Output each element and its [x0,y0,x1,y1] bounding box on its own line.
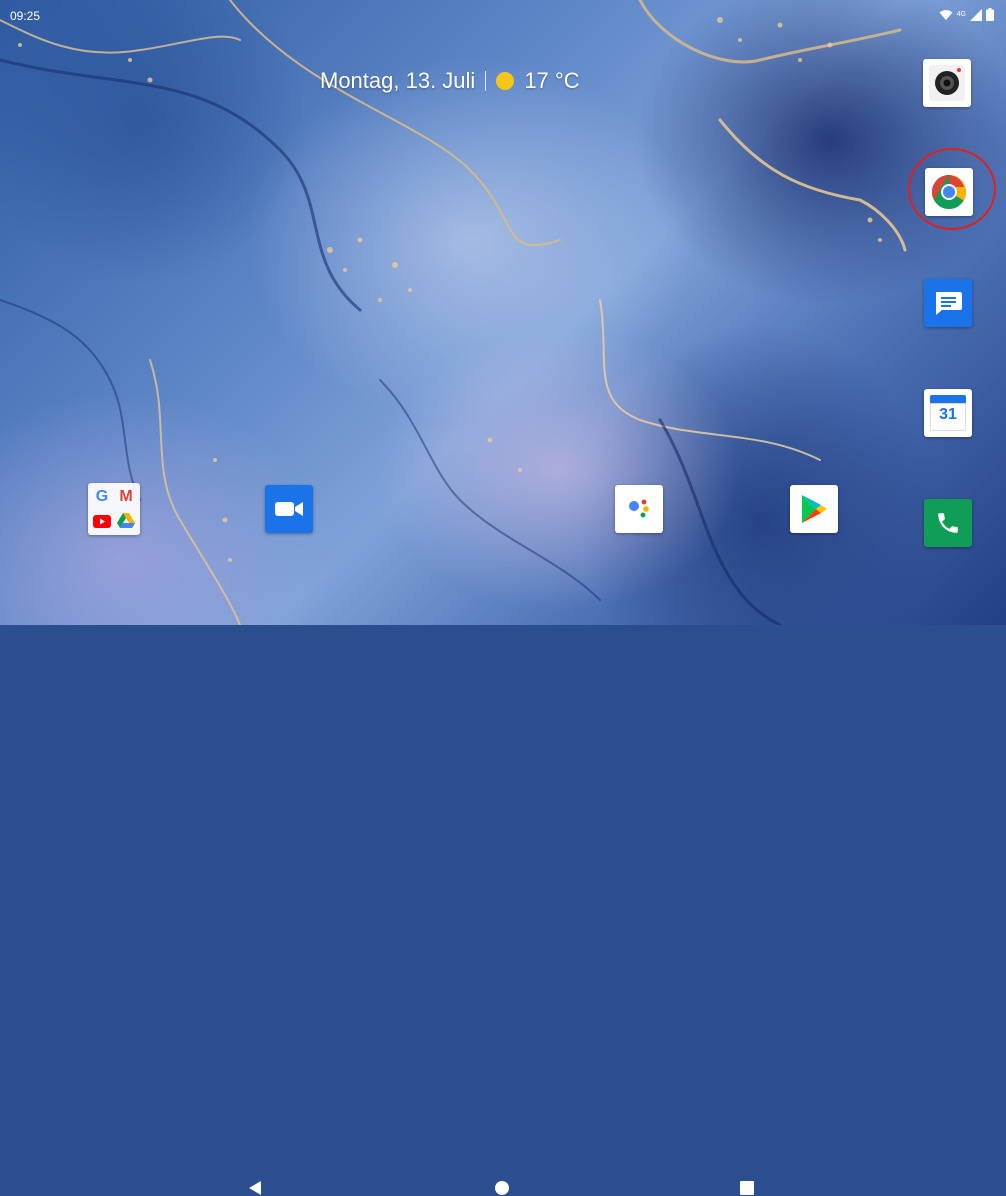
google-g-icon: G [95,488,109,505]
drive-icon [115,510,137,532]
calendar-day: 31 [939,406,957,423]
date-weather-widget[interactable]: Montag, 13. Juli 17 °C [320,68,580,94]
battery-icon [986,8,994,21]
play-triangle-icon [802,495,827,523]
messages-app-icon[interactable] [924,279,972,327]
phone-handset-icon [938,513,958,533]
gmail-icon: M [119,488,133,505]
highlight-ring [908,148,996,230]
back-icon[interactable] [247,1180,263,1196]
status-icons: 4G [939,8,994,21]
camera-app-icon[interactable] [923,59,971,107]
google-folder-icon[interactable]: G M [88,483,140,535]
play-store-app-icon[interactable] [790,485,838,533]
assistant-dots-icon [629,499,649,518]
message-bubble-icon [936,292,962,315]
network-type-label: 4G [956,11,966,18]
calendar-app-icon[interactable]: 31 [924,389,972,437]
date-label: Montag, 13. Juli [320,68,476,93]
calendar-icon: 31 [930,395,966,431]
status-bar: 09:25 4G [0,0,1006,30]
home-icon[interactable] [494,1180,510,1196]
youtube-icon [91,510,113,532]
temperature-label: 17 °C [524,68,580,93]
signal-icon [970,8,982,21]
assistant-app-icon[interactable] [615,485,663,533]
camera-lens-icon [929,65,965,101]
sun-icon [496,72,515,90]
recents-icon[interactable] [739,1180,755,1196]
duo-app-icon[interactable] [265,485,313,533]
video-camera-icon [275,502,303,516]
navigation-bar [0,585,1006,1195]
wifi-icon [939,9,953,20]
status-clock: 09:25 [10,9,41,23]
phone-app-icon[interactable] [924,499,972,547]
divider [485,71,487,91]
